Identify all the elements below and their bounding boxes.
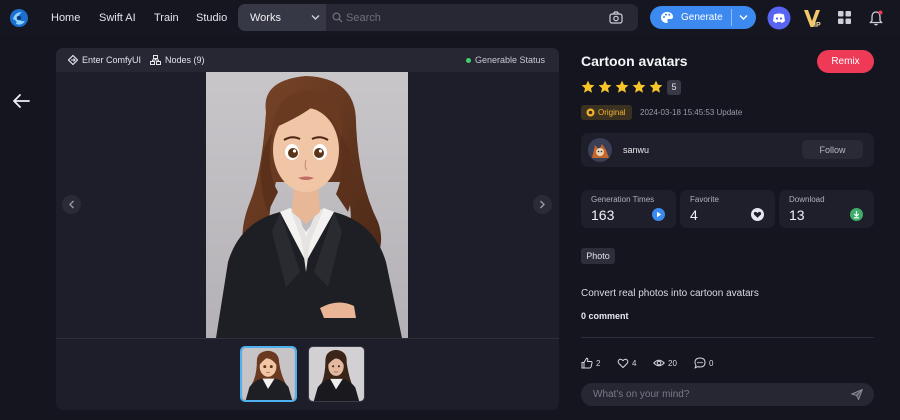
back-arrow-icon[interactable] — [12, 93, 30, 109]
heart-icon — [617, 358, 629, 369]
generate-button[interactable]: Generate — [650, 6, 756, 29]
rating-value: 5 — [667, 80, 681, 95]
generable-status: Generable Status — [475, 55, 546, 65]
main-image — [206, 72, 408, 338]
search-bar: Works — [238, 4, 638, 31]
generate-label: Generate — [681, 12, 723, 23]
nodes-button[interactable]: Nodes (9) — [165, 55, 205, 65]
status-dot — [466, 58, 471, 63]
thumbnail-photo-image — [309, 347, 364, 401]
description: Convert real photos into cartoon avatars — [581, 288, 759, 299]
chevron-down-icon[interactable] — [739, 14, 748, 21]
comfyui-icon[interactable] — [68, 55, 78, 65]
nav-studio[interactable]: Studio — [196, 12, 227, 24]
avatar-image — [588, 138, 612, 162]
chevron-down-icon — [311, 15, 320, 20]
enter-comfyui-button[interactable]: Enter ComfyUI — [82, 55, 141, 65]
thumbnail-divider — [56, 338, 559, 339]
star-icon — [598, 80, 612, 93]
next-image-button[interactable] — [533, 195, 552, 214]
stat-value: 4 — [690, 207, 698, 223]
chevron-right-icon — [540, 200, 545, 209]
author-name[interactable]: sanwu — [623, 145, 649, 155]
comment-box — [581, 383, 874, 406]
heart-icon[interactable] — [751, 208, 764, 221]
divider — [581, 337, 874, 338]
original-label: Original — [598, 108, 626, 117]
remix-label: Remix — [831, 56, 860, 67]
prev-image-button[interactable] — [62, 195, 81, 214]
stat-download: Download 13 — [779, 190, 874, 228]
search-icon — [332, 12, 343, 23]
nodes-icon[interactable] — [150, 55, 161, 65]
search-input[interactable] — [346, 8, 596, 27]
update-date: 2024-03-18 15:45:53 Update — [640, 108, 743, 117]
stat-favorite: Favorite 4 — [680, 190, 775, 228]
send-icon[interactable] — [851, 389, 863, 400]
vip-icon[interactable]: IP — [802, 7, 824, 29]
comment-icon — [694, 357, 706, 369]
eye-icon — [653, 359, 665, 367]
favorite-count: 4 — [632, 359, 637, 368]
stat-generation-times: Generation Times 163 — [581, 190, 676, 228]
star-icon — [581, 80, 595, 93]
thumbs-up-icon — [581, 357, 593, 369]
author-card: sanwu Follow — [581, 133, 874, 167]
image-panel: Enter ComfyUI Nodes (9) Generable Status — [56, 48, 559, 410]
follow-button[interactable]: Follow — [802, 140, 863, 159]
tag-photo[interactable]: Photo — [581, 248, 615, 264]
camera-icon[interactable] — [609, 11, 623, 24]
remix-button[interactable]: Remix — [817, 50, 874, 73]
stat-label: Generation Times — [591, 195, 655, 204]
play-icon[interactable] — [652, 208, 665, 221]
chevron-left-icon — [69, 200, 74, 209]
generate-divider — [731, 9, 732, 26]
works-select[interactable]: Works — [238, 4, 326, 31]
star-icon — [649, 80, 663, 93]
star-icon — [632, 80, 646, 93]
original-badge: Original — [581, 105, 632, 120]
stat-value: 13 — [789, 207, 805, 223]
thumbnail-2[interactable] — [308, 346, 365, 402]
stat-label: Download — [789, 195, 825, 204]
star-icon — [615, 80, 629, 93]
page-title: Cartoon avatars — [581, 53, 688, 69]
follow-label: Follow — [819, 145, 846, 155]
comment-action-count: 0 — [709, 359, 714, 368]
stat-label: Favorite — [690, 195, 719, 204]
stat-value: 163 — [591, 207, 615, 223]
avatar[interactable] — [588, 138, 612, 162]
comment-count: 0 comment — [581, 311, 629, 321]
svg-text:IP: IP — [814, 22, 821, 29]
apps-icon[interactable] — [838, 11, 851, 24]
tag-label: Photo — [586, 251, 610, 261]
nav-swift-ai[interactable]: Swift AI — [99, 12, 136, 24]
panel-toolbar: Enter ComfyUI Nodes (9) Generable Status — [56, 48, 559, 72]
comment-input[interactable] — [593, 386, 833, 403]
thumbnail-cartoon-image — [242, 348, 295, 400]
discord-icon[interactable] — [767, 6, 791, 30]
nav-train[interactable]: Train — [154, 12, 179, 24]
bell-icon[interactable] — [869, 10, 883, 26]
download-icon[interactable] — [850, 208, 863, 221]
top-navbar: Home Swift AI Train Studio Works Generat… — [0, 0, 900, 36]
original-icon — [586, 108, 595, 117]
thumbnail-1[interactable] — [240, 346, 297, 402]
palette-icon — [661, 12, 673, 23]
logo-icon[interactable] — [9, 8, 29, 28]
view-count: 20 — [668, 359, 677, 368]
nav-home[interactable]: Home — [51, 12, 80, 24]
works-select-label: Works — [250, 12, 281, 24]
like-count: 2 — [596, 359, 601, 368]
